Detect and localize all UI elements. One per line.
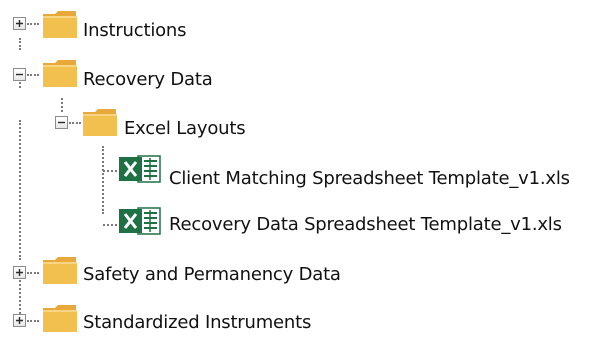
- collapse-icon[interactable]: [55, 116, 68, 129]
- tree-item-label: Standardized Instruments: [83, 312, 312, 333]
- tree-connector: [102, 146, 104, 214]
- tree-item-label: Instructions: [83, 20, 187, 41]
- tree-connector: [27, 23, 39, 25]
- excel-file-icon: [118, 206, 162, 236]
- tree-connector: [61, 98, 63, 112]
- tree-connector: [103, 170, 117, 172]
- excel-file-icon: [118, 154, 162, 184]
- tree-connector: [27, 74, 39, 76]
- folder-icon: [42, 58, 78, 88]
- tree-connector: [27, 272, 39, 274]
- tree-connector: [19, 280, 21, 314]
- expand-icon[interactable]: [13, 314, 26, 327]
- tree-connector: [27, 320, 39, 322]
- tree-connector: [19, 120, 21, 260]
- folder-icon: [42, 303, 78, 333]
- expand-icon[interactable]: [13, 266, 26, 279]
- folder-tree: Instructions Recovery Data Excel Layouts…: [0, 0, 592, 337]
- folder-icon: [42, 9, 78, 39]
- tree-item-label: Recovery Data: [83, 69, 213, 90]
- tree-connector: [19, 82, 21, 88]
- tree-connector: [103, 224, 117, 226]
- tree-item-label: Client Matching Spreadsheet Template_v1.…: [169, 168, 570, 189]
- tree-connector: [69, 122, 81, 124]
- folder-icon: [42, 255, 78, 285]
- expand-icon[interactable]: [13, 17, 26, 30]
- tree-item-label: Excel Layouts: [124, 118, 246, 139]
- tree-item-label: Recovery Data Spreadsheet Template_v1.xl…: [169, 214, 562, 235]
- tree-item-label: Safety and Permanency Data: [83, 264, 341, 285]
- tree-connector: [19, 38, 21, 50]
- collapse-icon[interactable]: [13, 68, 26, 81]
- folder-icon: [82, 107, 118, 137]
